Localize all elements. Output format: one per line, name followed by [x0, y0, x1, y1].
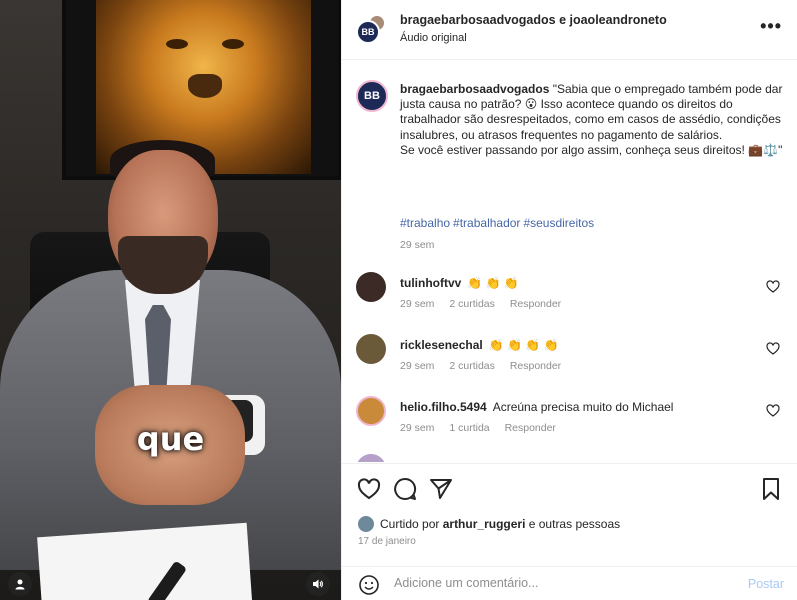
heart-icon[interactable] — [766, 342, 780, 356]
comment-time: 29 sem — [400, 298, 435, 310]
avatar[interactable]: BB — [356, 80, 388, 112]
caption-text-2: Se você estiver passando por algo assim,… — [400, 142, 783, 157]
post-author-names[interactable]: bragaebarbosaadvogados e joaoleandroneto — [400, 13, 667, 27]
avatar[interactable] — [356, 396, 386, 426]
likes-summary[interactable]: Curtido por arthur_ruggeri e outras pess… — [358, 516, 620, 532]
avatar[interactable] — [356, 334, 386, 364]
post-actions: Curtido por arthur_ruggeri e outras pess… — [342, 463, 797, 573]
comments-list[interactable]: BB bragaebarbosaadvogados "Sabia que o e… — [342, 62, 797, 462]
like-heart-icon[interactable] — [356, 476, 382, 502]
post-date: 17 de janeiro — [358, 536, 416, 547]
comment-likes[interactable]: 2 curtidas — [449, 298, 495, 310]
hashtag-link[interactable]: #trabalhador — [453, 216, 520, 230]
post-caption: bragaebarbosaadvogados "Sabia que o empr… — [400, 82, 785, 158]
liked-suffix: e outras pessoas — [528, 517, 621, 531]
avatar[interactable] — [356, 272, 386, 302]
instagram-post-modal: que BB bragaebarbosaadvogados e joaolean… — [0, 0, 797, 600]
hashtag-link[interactable]: #trabalho — [400, 216, 450, 230]
comment-text: Acreúna precisa muito do Michael — [492, 400, 674, 414]
liked-prefix: Curtido por — [380, 517, 440, 531]
post-header: BB bragaebarbosaadvogados e joaoleandron… — [342, 0, 797, 60]
comment-item — [342, 454, 797, 462]
comment-bubble-icon[interactable] — [392, 476, 418, 502]
post-author[interactable]: bragaebarbosaadvogados — [400, 82, 549, 96]
reply-link[interactable]: Responder — [510, 360, 561, 372]
liked-username[interactable]: arthur_ruggeri — [443, 517, 526, 531]
hashtags: #trabalho #trabalhador #seusdireitos — [400, 216, 597, 230]
avatar[interactable] — [356, 454, 386, 462]
mute-toggle-button[interactable] — [306, 572, 330, 596]
comment-text: 👏 👏 👏 — [467, 276, 519, 290]
paper-sheet — [37, 522, 253, 600]
bookmark-icon[interactable] — [758, 476, 784, 502]
heart-icon[interactable] — [766, 404, 780, 418]
tagged-users-button[interactable] — [8, 572, 32, 596]
comment-likes[interactable]: 1 curtida — [449, 422, 489, 434]
comment-likes[interactable]: 2 curtidas — [449, 360, 495, 372]
comment-item: helio.filho.5494 Acreúna precisa muito do… — [342, 396, 797, 456]
share-send-icon[interactable] — [428, 476, 454, 502]
comment-username[interactable]: tulinhoftvv — [400, 276, 461, 290]
comment-input[interactable] — [394, 576, 714, 590]
comment-username[interactable]: helio.filho.5494 — [400, 400, 487, 414]
comment-time: 29 sem — [400, 360, 435, 372]
post-comment-button[interactable]: Postar — [748, 577, 784, 591]
more-options-icon[interactable]: ••• — [760, 16, 782, 37]
comment-username[interactable]: ricklesenechal — [400, 338, 483, 352]
reply-link[interactable]: Responder — [505, 422, 556, 434]
heart-icon[interactable] — [766, 280, 780, 294]
collab-avatars[interactable]: BB — [356, 14, 386, 44]
comment-time: 29 sem — [400, 422, 435, 434]
avatar: BB — [356, 20, 380, 44]
person-icon — [15, 579, 25, 590]
avatar — [358, 516, 374, 532]
reply-link[interactable]: Responder — [510, 298, 561, 310]
comment-item: ricklesenechal 👏 👏 👏 👏 29 sem 2 curtidas … — [342, 334, 797, 394]
video-caption: que — [136, 420, 205, 458]
comment-text: 👏 👏 👏 👏 — [488, 338, 559, 352]
speaker-icon — [313, 579, 323, 589]
video-player[interactable]: que — [0, 0, 341, 600]
audio-label[interactable]: Áudio original — [400, 32, 467, 44]
hashtag-link[interactable]: #seusdireitos — [523, 216, 594, 230]
post-timestamp: 29 sem — [400, 239, 435, 251]
post-sidebar: BB bragaebarbosaadvogados e joaoleandron… — [341, 0, 797, 600]
comment-composer: Postar — [342, 566, 797, 600]
comment-item: tulinhoftvv 👏 👏 👏 29 sem 2 curtidas Respo… — [342, 272, 797, 332]
emoji-icon[interactable] — [358, 574, 380, 596]
